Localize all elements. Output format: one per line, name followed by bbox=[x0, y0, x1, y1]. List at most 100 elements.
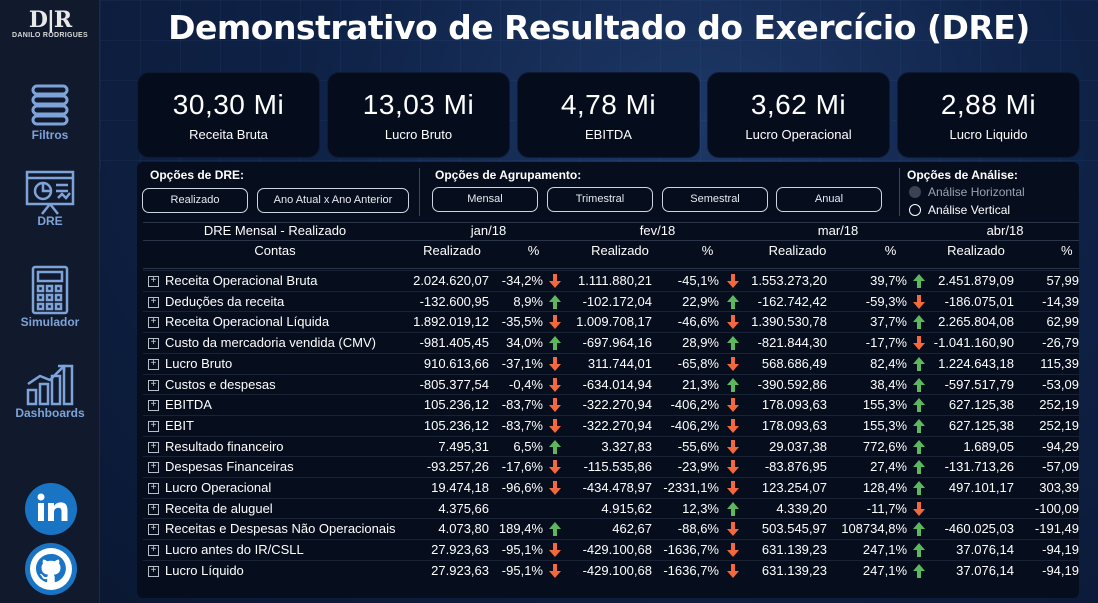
table-row[interactable]: + Receita Operacional Líquida 1.892.019,12… bbox=[143, 311, 1079, 332]
percent-value: 8,9% bbox=[513, 293, 543, 309]
table-row[interactable]: + Receitas e Despesas Não Operacionais 4.0… bbox=[143, 518, 1079, 539]
kpi-value: 4,78 Mi bbox=[560, 89, 657, 120]
realizado-value: 4.915,62 bbox=[601, 500, 652, 516]
table-row[interactable]: + Resultado financeiro 7.495,31 6,5% 3.327,8… bbox=[143, 435, 1079, 457]
table-row[interactable]: + Despesas Financeiras -93.257,26 -17,6% -11… bbox=[143, 456, 1079, 477]
arrow-up-icon bbox=[913, 377, 925, 392]
kpi-card-lucro-bruto: 13,03 Mi Lucro Bruto bbox=[327, 72, 510, 158]
github-link[interactable] bbox=[25, 543, 77, 595]
percent-value: 21,3% bbox=[682, 376, 719, 392]
table-row[interactable]: + Lucro Líquido 27.923,63 -95,1% -429.100,68… bbox=[143, 559, 1079, 581]
expand-plus-icon[interactable]: + bbox=[148, 379, 159, 391]
table-row[interactable]: + Custo da mercadoria vendida (CMV) -981.4… bbox=[143, 332, 1079, 353]
percent-value: -53,09 bbox=[1042, 376, 1079, 392]
table-row[interactable]: + Receita Operacional Bruta 2.024.620,07 -3… bbox=[143, 270, 1079, 291]
expand-plus-icon[interactable]: + bbox=[148, 524, 159, 536]
percent-value: 155,3% bbox=[862, 417, 907, 433]
realizado-value: -821.844,30 bbox=[757, 335, 827, 351]
realizado-button[interactable]: Realizado bbox=[142, 188, 248, 213]
logo-mark: D|R bbox=[28, 7, 72, 33]
realizado-value: 4.339,20 bbox=[776, 500, 827, 516]
account-name: Receitas e Despesas Não Operacionais bbox=[165, 521, 396, 537]
expand-plus-icon[interactable]: + bbox=[148, 296, 159, 308]
arrow-down-icon bbox=[913, 294, 925, 309]
arrow-up-icon bbox=[727, 336, 739, 351]
account-name: Receita Operacional Líquida bbox=[165, 314, 330, 330]
github-icon bbox=[30, 548, 72, 590]
page-title: Demonstrativo de Resultado do Exercício … bbox=[168, 8, 1030, 47]
anual-button[interactable]: Anual bbox=[776, 187, 882, 212]
percent-value: 303,39 bbox=[1039, 480, 1079, 495]
realizado-value: 123.254,07 bbox=[761, 480, 827, 495]
percent-value: -83,7% bbox=[501, 397, 543, 413]
filter-stack-icon bbox=[31, 84, 69, 126]
realizado-value: 497.101,17 bbox=[948, 480, 1014, 495]
table-row[interactable]: + EBIT 105.236,12 -83,7% -322.270,94 -406,2% 1… bbox=[143, 414, 1079, 436]
nav-item-dashboards[interactable]: Dashboards bbox=[0, 360, 100, 420]
percent-value: -65,8% bbox=[677, 355, 719, 371]
realizado-value: 1.111.880,21 bbox=[578, 273, 652, 288]
expand-plus-icon[interactable]: + bbox=[148, 317, 159, 329]
kpi-card-receita-bruta: 30,30 Mi Receita Bruta bbox=[137, 72, 320, 158]
radio-dot bbox=[909, 204, 921, 216]
nav-item-simulador[interactable]: Simulador bbox=[0, 265, 100, 329]
realizado-header: Realizado bbox=[768, 243, 827, 258]
expand-plus-icon[interactable]: + bbox=[148, 503, 159, 515]
realizado-value: 105.236,12 bbox=[423, 397, 489, 413]
realizado-value: 19.474,18 bbox=[431, 480, 489, 495]
nav-label: DRE bbox=[37, 214, 63, 228]
expand-plus-icon[interactable]: + bbox=[148, 358, 159, 370]
arrow-down-icon bbox=[549, 274, 561, 288]
mensal-button[interactable]: Mensal bbox=[432, 187, 538, 212]
realizado-value: -429.100,68 bbox=[582, 562, 652, 578]
percent-value: -83,7% bbox=[501, 417, 543, 433]
table-row[interactable]: + Lucro Bruto 910.613,66 -37,1% 311.744,01 -6… bbox=[143, 352, 1079, 374]
realizado-value: -131.713,26 bbox=[944, 459, 1014, 475]
expand-plus-icon[interactable]: + bbox=[148, 462, 159, 474]
nav-item-dre[interactable]: DRE bbox=[0, 168, 100, 228]
expand-plus-icon[interactable]: + bbox=[148, 565, 159, 577]
table-row[interactable]: + Lucro Operacional 19.474,18 -96,6% -434.47… bbox=[143, 477, 1079, 498]
realizado-value: 178.093,63 bbox=[761, 417, 827, 433]
expand-plus-icon[interactable]: + bbox=[148, 545, 159, 557]
radio-label: Análise Vertical bbox=[928, 203, 1011, 217]
arrow-down-icon bbox=[727, 439, 739, 454]
table-row[interactable]: + Deduções da receita -132.600,95 8,9% -102.… bbox=[143, 290, 1079, 312]
percent-value: 247,1% bbox=[862, 562, 907, 578]
account-name: Lucro antes do IR/CSLL bbox=[165, 542, 304, 558]
ano-atual-x-anterior-button[interactable]: Ano Atual x Ano Anterior bbox=[257, 188, 409, 213]
realizado-value: -83.876,95 bbox=[764, 459, 827, 475]
expand-plus-icon[interactable]: + bbox=[148, 483, 159, 494]
trimestral-button[interactable]: Trimestral bbox=[547, 187, 653, 212]
expand-plus-icon[interactable]: + bbox=[148, 400, 159, 412]
month-header: mar/18 bbox=[817, 223, 859, 238]
expand-plus-icon[interactable]: + bbox=[148, 420, 159, 432]
table-row[interactable]: + EBITDA 105.236,12 -83,7% -322.270,94 -406,2… bbox=[143, 394, 1079, 415]
accounts-header: Contas bbox=[254, 243, 296, 258]
percent-value: 6,5% bbox=[513, 438, 543, 454]
expand-plus-icon[interactable]: + bbox=[148, 338, 159, 350]
percent-value: 22,9% bbox=[682, 293, 719, 309]
arrow-down-icon bbox=[727, 543, 739, 558]
radio-label: Análise Horizontal bbox=[928, 185, 1025, 199]
realizado-value: 7.495,31 bbox=[438, 438, 489, 454]
realizado-value: -429.100,68 bbox=[582, 542, 652, 558]
expand-plus-icon[interactable]: + bbox=[148, 441, 159, 453]
semestral-button[interactable]: Semestral bbox=[662, 187, 768, 212]
arrow-up-icon bbox=[913, 543, 925, 558]
table-row[interactable]: + Lucro antes do IR/CSLL 27.923,63 -95,1% -4… bbox=[143, 539, 1079, 560]
analise-horizontal-radio[interactable]: Análise Horizontal bbox=[909, 185, 1025, 199]
percent-value: 252,19 bbox=[1039, 397, 1079, 413]
realizado-value: 627.125,38 bbox=[948, 417, 1014, 433]
month-header: jan/18 bbox=[470, 223, 507, 238]
nav-item-filtros[interactable]: Filtros bbox=[0, 82, 100, 142]
expand-plus-icon[interactable]: + bbox=[148, 276, 159, 287]
percent-value: 27,4% bbox=[870, 459, 907, 475]
table-row[interactable]: + Receita de aluguel 4.375,66 4.915,62 12,3%… bbox=[143, 497, 1079, 519]
table-row[interactable]: + Custos e despesas -805.377,54 -0,4% -634.0… bbox=[143, 373, 1079, 395]
percent-value: -191,49 bbox=[1034, 521, 1079, 537]
analise-vertical-radio[interactable]: Análise Vertical bbox=[909, 203, 1010, 217]
linkedin-link[interactable] bbox=[25, 483, 77, 535]
realizado-value: 631.139,23 bbox=[761, 542, 827, 558]
percent-value: -0,4% bbox=[509, 376, 543, 392]
